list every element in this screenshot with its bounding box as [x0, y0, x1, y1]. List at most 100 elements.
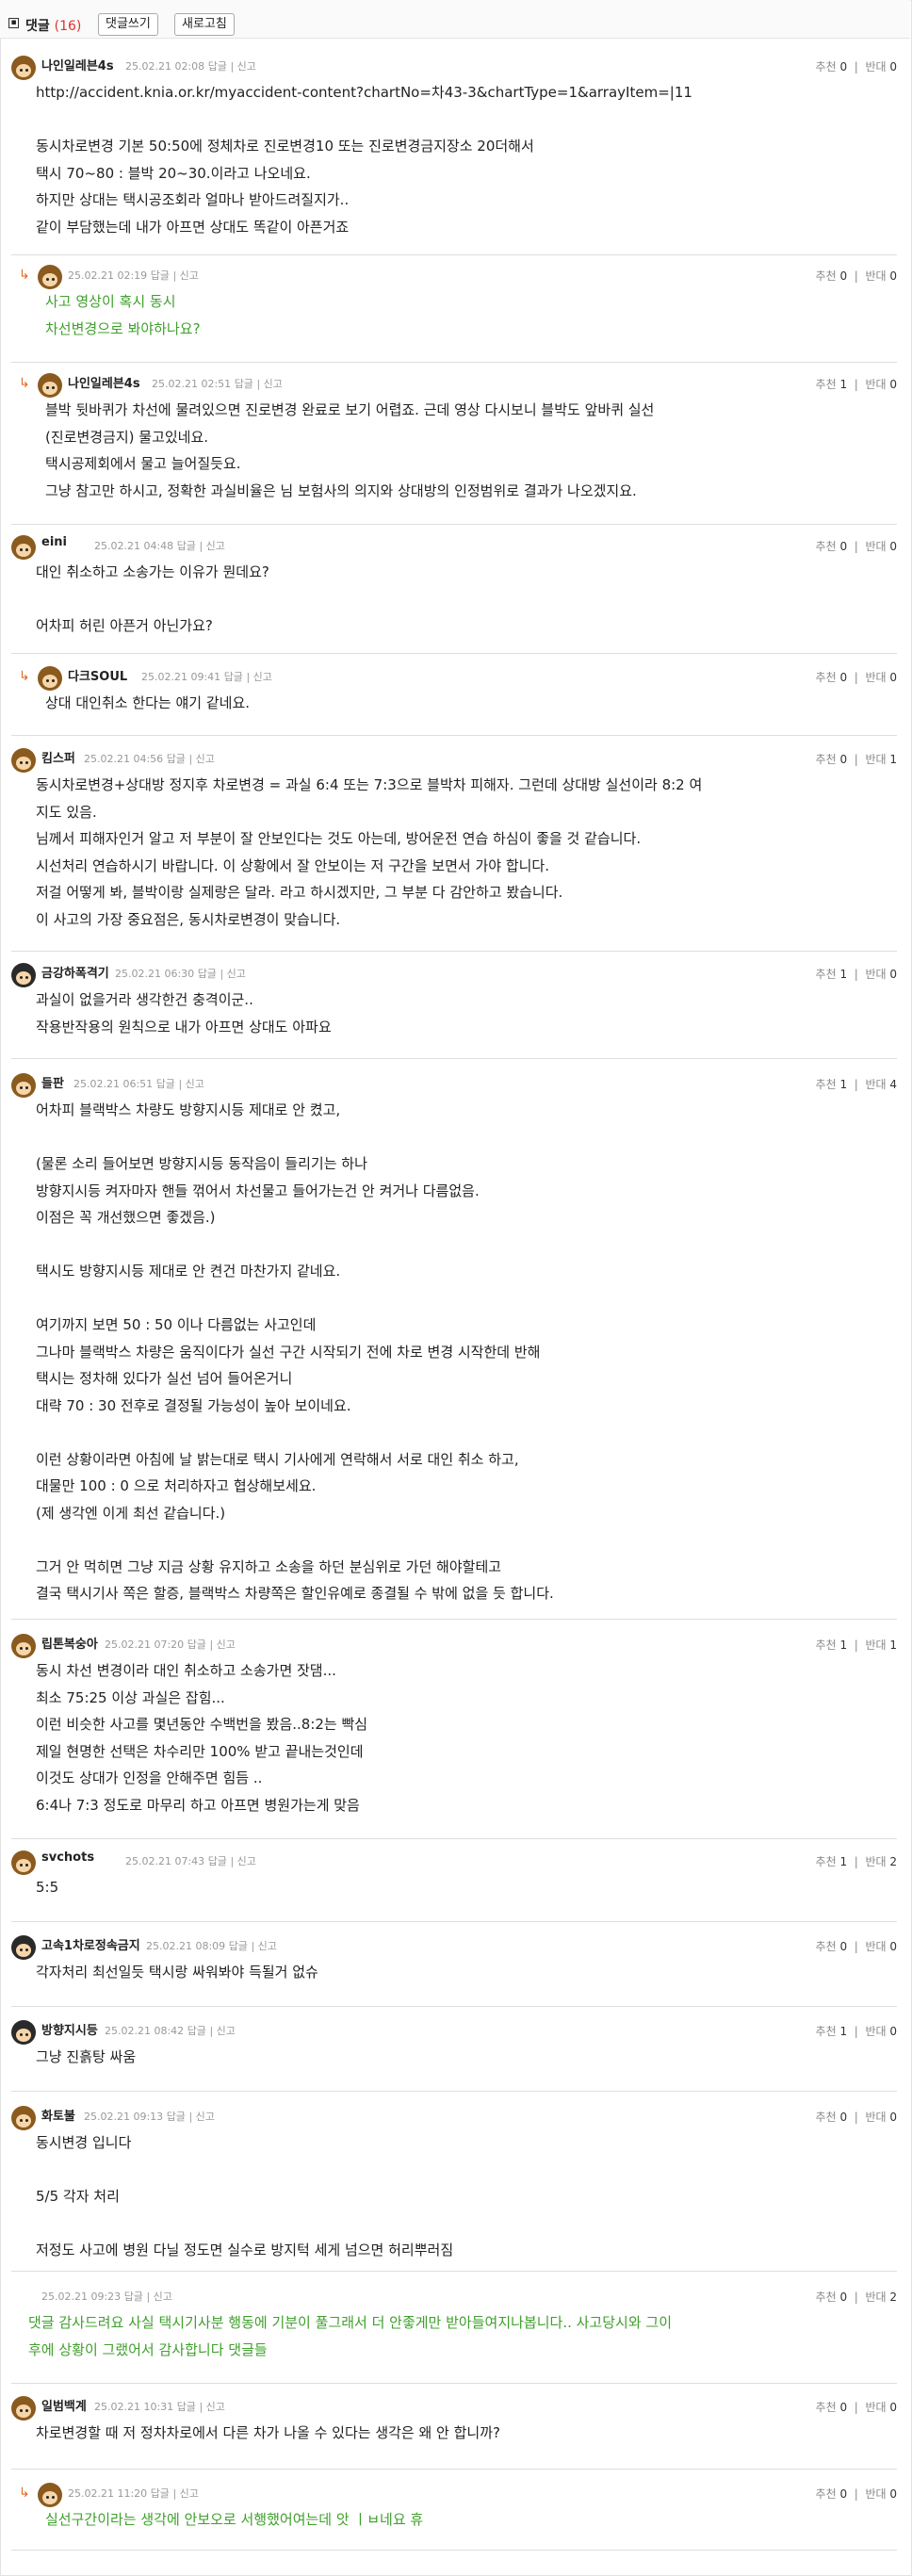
- oppose-button[interactable]: 반대 0: [865, 2025, 897, 2038]
- reply-link[interactable]: 답글: [177, 540, 196, 552]
- reply-link[interactable]: 답글: [177, 2401, 196, 2413]
- comment-author[interactable]: 들판: [41, 1073, 64, 1091]
- oppose-button[interactable]: 반대 0: [865, 60, 897, 73]
- comment-author[interactable]: 다크SOUL: [68, 666, 127, 684]
- comment-author[interactable]: 화토불: [41, 2106, 75, 2124]
- separator: |: [854, 2111, 858, 2124]
- comment-author[interactable]: 고속1차로정속금지: [41, 1935, 140, 1953]
- recommend-button[interactable]: 추천 1: [816, 1855, 848, 1868]
- recommend-button[interactable]: 추천 0: [816, 2291, 848, 2304]
- avatar[interactable]: [11, 1634, 36, 1658]
- recommend-button[interactable]: 추천 0: [816, 540, 848, 553]
- avatar[interactable]: [11, 963, 36, 987]
- oppose-button[interactable]: 반대 0: [865, 269, 897, 283]
- avatar[interactable]: [11, 1850, 36, 1875]
- avatar[interactable]: [38, 265, 62, 289]
- oppose-button[interactable]: 반대 2: [865, 2291, 897, 2304]
- refresh-button[interactable]: 새로고침: [174, 13, 235, 36]
- oppose-button[interactable]: 반대 0: [865, 2111, 897, 2124]
- report-link[interactable]: 신고: [237, 1855, 256, 1867]
- reply-link[interactable]: 답글: [208, 1855, 227, 1867]
- oppose-button[interactable]: 반대 0: [865, 2487, 897, 2501]
- avatar[interactable]: [11, 56, 36, 80]
- report-link[interactable]: 신고: [180, 269, 199, 282]
- report-link[interactable]: 신고: [196, 753, 215, 765]
- vote-counts: 추천 1 | 반대 4: [816, 1076, 897, 1092]
- recommend-button[interactable]: 추천 0: [816, 269, 848, 283]
- comment-author[interactable]: 금강하폭격기: [41, 963, 109, 981]
- avatar[interactable]: [11, 2396, 36, 2421]
- report-link[interactable]: 신고: [154, 2291, 172, 2303]
- write-comment-button[interactable]: 댓글쓰기: [98, 13, 158, 36]
- report-link[interactable]: 신고: [186, 1078, 204, 1090]
- oppose-button[interactable]: 반대 2: [865, 1855, 897, 1868]
- recommend-button[interactable]: 추천 0: [816, 2487, 848, 2501]
- recommend-button[interactable]: 추천 0: [816, 2111, 848, 2124]
- reply-link[interactable]: 답글: [235, 378, 253, 390]
- avatar[interactable]: [11, 1073, 36, 1098]
- avatar[interactable]: [11, 1935, 36, 1960]
- report-link[interactable]: 신고: [264, 378, 283, 390]
- recommend-button[interactable]: 추천 1: [816, 1078, 848, 1091]
- comment-body: 어차피 블랙박스 차량도 방향지시등 제대로 안 켰고, (물론 소리 들어보면…: [36, 1101, 554, 1602]
- comment-author[interactable]: 일범백계: [41, 2396, 87, 2414]
- reply-link[interactable]: 답글: [167, 2111, 186, 2123]
- report-link[interactable]: 신고: [196, 2111, 215, 2123]
- recommend-button[interactable]: 추천 0: [816, 671, 848, 684]
- comment-author[interactable]: 립톤복숭아: [41, 1634, 98, 1652]
- reply-link[interactable]: 답글: [187, 2025, 206, 2037]
- reply-link[interactable]: 답글: [151, 269, 170, 282]
- recommend-button[interactable]: 추천 1: [816, 968, 848, 981]
- report-link[interactable]: 신고: [206, 2401, 225, 2413]
- comment-author[interactable]: svchots: [41, 1850, 94, 1865]
- reply-link[interactable]: 답글: [156, 1078, 175, 1090]
- avatar[interactable]: [38, 666, 62, 691]
- comment-author[interactable]: 나인일레븐4s: [68, 373, 140, 391]
- reply-link[interactable]: 답글: [229, 1940, 248, 1952]
- avatar[interactable]: [38, 373, 62, 398]
- report-link[interactable]: 신고: [253, 671, 272, 683]
- reply-link[interactable]: 답글: [187, 1639, 206, 1651]
- avatar[interactable]: [11, 2106, 36, 2130]
- avatar[interactable]: [11, 2020, 36, 2045]
- avatar[interactable]: [11, 748, 36, 773]
- comment-author[interactable]: 킴스퍼: [41, 748, 75, 766]
- oppose-button[interactable]: 반대 4: [865, 1078, 897, 1091]
- recommend-button[interactable]: 추천 1: [816, 2025, 848, 2038]
- reply-link[interactable]: 답글: [198, 968, 217, 980]
- oppose-button[interactable]: 반대 1: [865, 1639, 897, 1652]
- report-link[interactable]: 신고: [227, 968, 246, 980]
- recommend-button[interactable]: 추천 0: [816, 753, 848, 766]
- recommend-button[interactable]: 추천 0: [816, 60, 848, 73]
- recommend-button[interactable]: 추천 1: [816, 378, 848, 391]
- oppose-button[interactable]: 반대 0: [865, 968, 897, 981]
- reply-link[interactable]: 답글: [224, 671, 243, 683]
- recommend-button[interactable]: 추천 1: [816, 1639, 848, 1652]
- report-link[interactable]: 신고: [217, 1639, 236, 1651]
- collapse-toggle[interactable]: ▪: [8, 18, 19, 28]
- report-link[interactable]: 신고: [180, 2487, 199, 2500]
- oppose-button[interactable]: 반대 0: [865, 378, 897, 391]
- report-link[interactable]: 신고: [217, 2025, 236, 2037]
- avatar[interactable]: [38, 2483, 62, 2507]
- report-link[interactable]: 신고: [206, 540, 225, 552]
- oppose-button[interactable]: 반대 0: [865, 671, 897, 684]
- avatar[interactable]: [11, 535, 36, 560]
- reply-link[interactable]: 답글: [208, 60, 227, 73]
- reply-comment: ↳ 25.02.21 02:19 답글 | 신고 추천 0 | 반대 0 사고 영상이…: [11, 262, 897, 363]
- oppose-button[interactable]: 반대 0: [865, 2401, 897, 2414]
- comment-count: (16): [54, 19, 82, 34]
- comment-author[interactable]: 방향지시등: [41, 2020, 98, 2038]
- oppose-button[interactable]: 반대 0: [865, 1940, 897, 1953]
- oppose-button[interactable]: 반대 1: [865, 753, 897, 766]
- report-link[interactable]: 신고: [258, 1940, 277, 1952]
- reply-link[interactable]: 답글: [167, 753, 186, 765]
- oppose-button[interactable]: 반대 0: [865, 540, 897, 553]
- recommend-button[interactable]: 추천 0: [816, 2401, 848, 2414]
- reply-link[interactable]: 답글: [151, 2487, 170, 2500]
- reply-link[interactable]: 답글: [124, 2291, 143, 2303]
- comment-author[interactable]: 나인일레븐4s: [41, 56, 114, 73]
- report-link[interactable]: 신고: [237, 60, 256, 73]
- comment-author[interactable]: eini: [41, 535, 67, 549]
- recommend-button[interactable]: 추천 0: [816, 1940, 848, 1953]
